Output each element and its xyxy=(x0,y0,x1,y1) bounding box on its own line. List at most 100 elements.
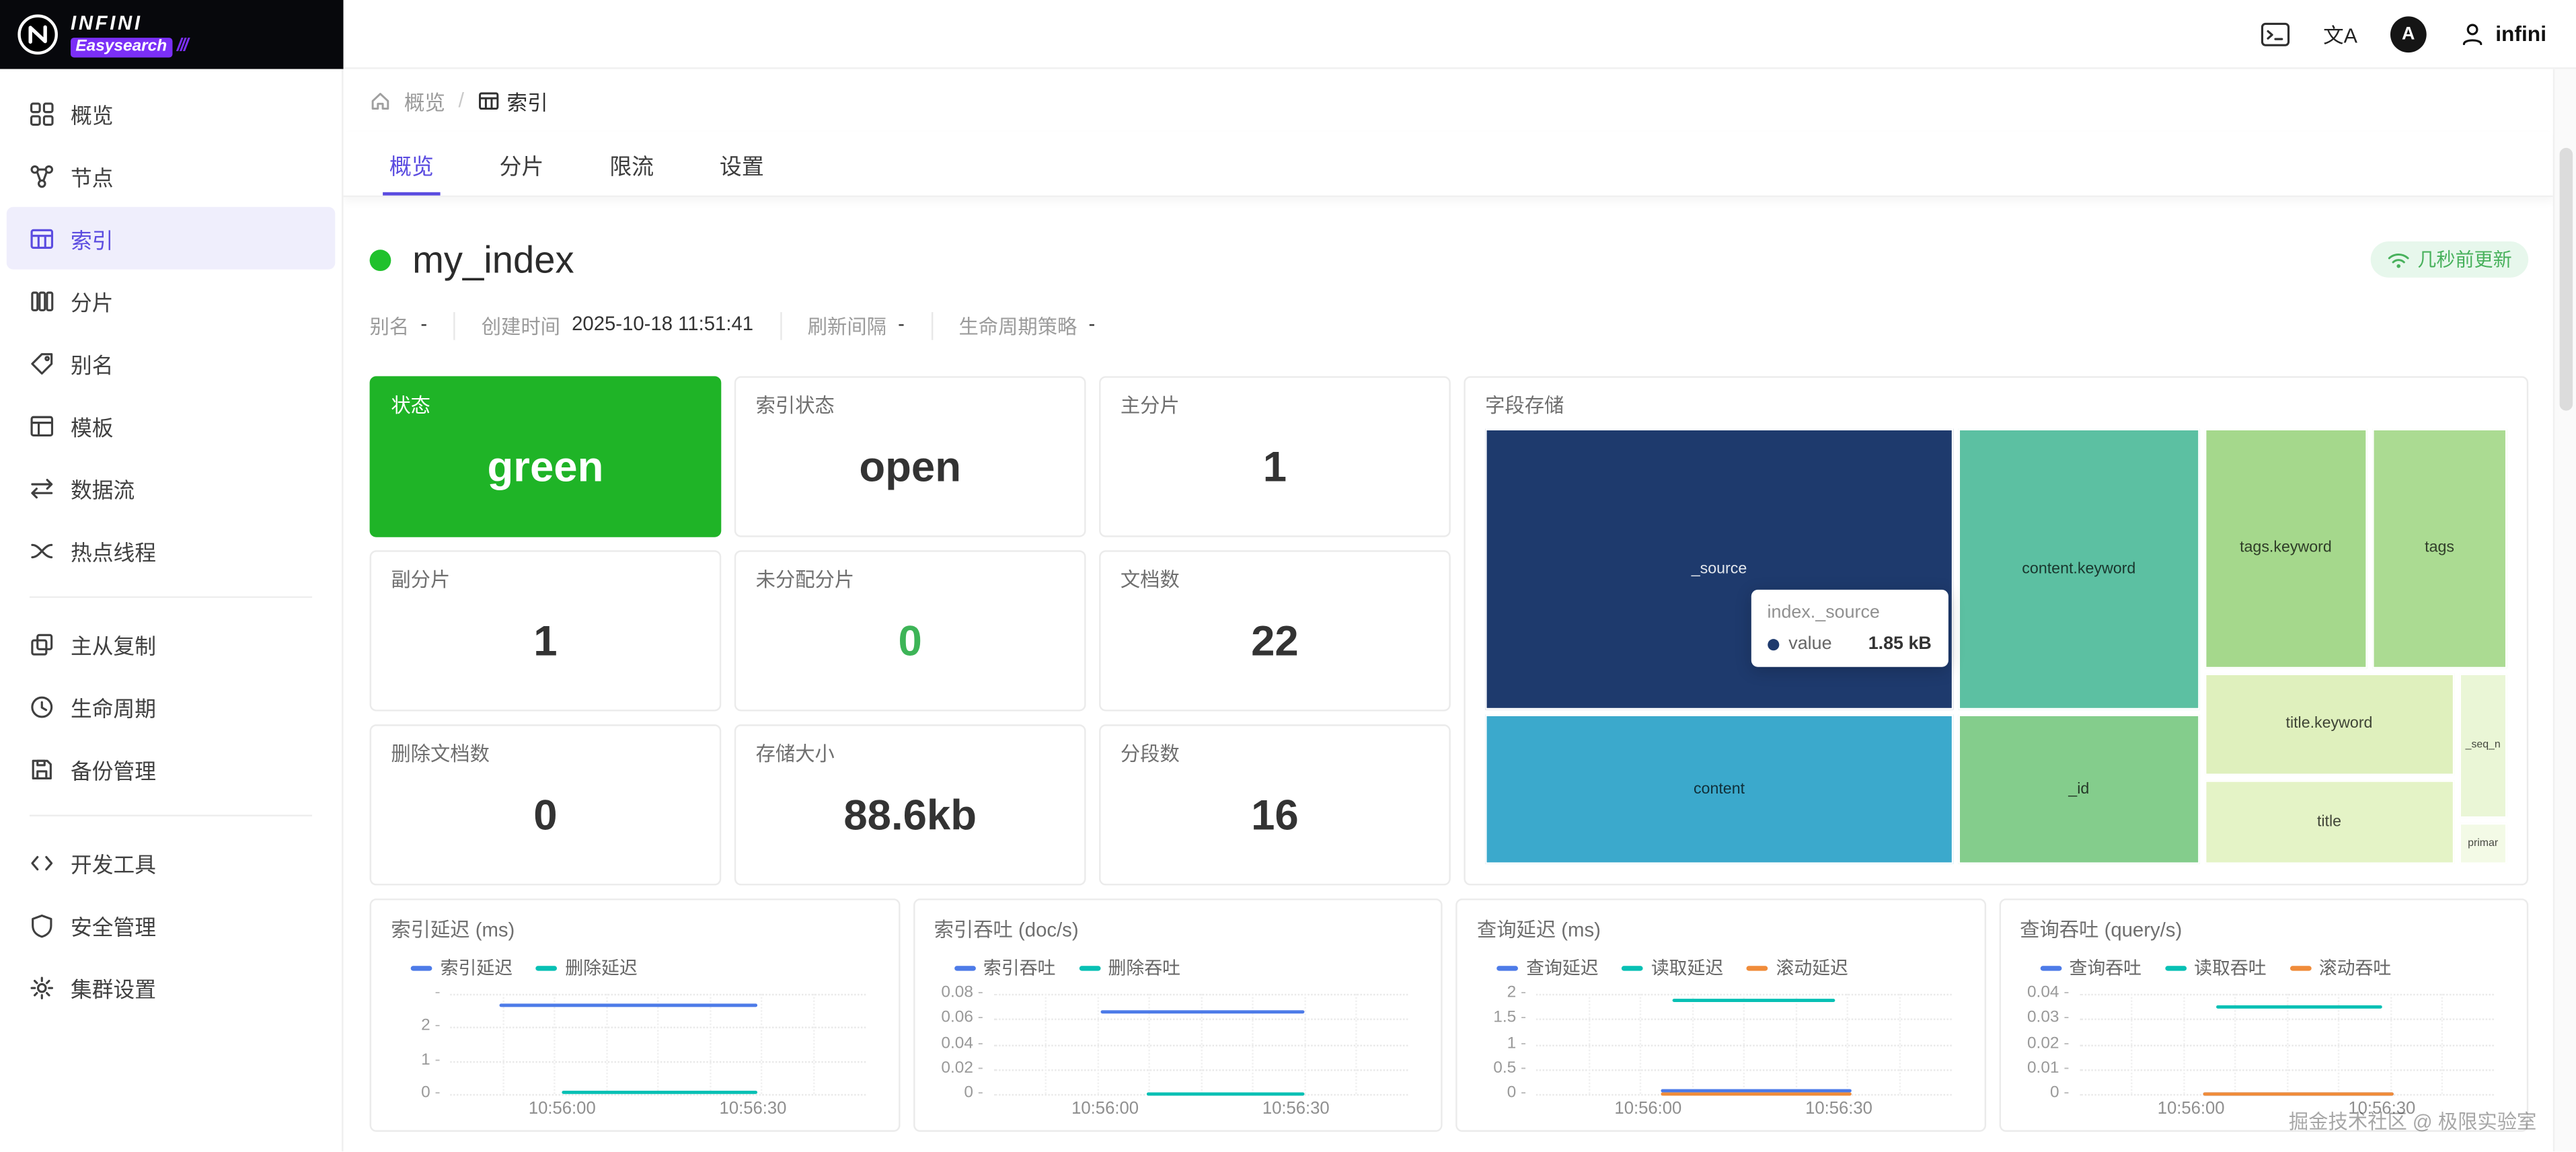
stat-label: 状态 xyxy=(391,391,699,419)
legend-item[interactable]: 删除吞吐 xyxy=(1079,954,1180,981)
chart-query-throughput: 查询吞吐 (query/s) 查询吞吐读取吞吐滚动吞吐 0.040.030.02… xyxy=(1998,898,2528,1132)
sidebar-item-label: 主从复制 xyxy=(71,628,156,659)
breadcrumb-overview-link[interactable]: 概览 xyxy=(404,85,445,116)
sidebar-item-overview[interactable]: 概览 xyxy=(7,82,336,145)
legend-item[interactable]: 删除延迟 xyxy=(535,954,637,981)
sidebar-item-shards[interactable]: 分片 xyxy=(7,270,336,332)
y-axis-tick: 0 xyxy=(934,1086,983,1102)
lifecycle-clock-icon xyxy=(30,694,54,719)
stat-value: 1 xyxy=(1121,419,1429,523)
series-line xyxy=(562,1090,757,1093)
legend-label: 索引延迟 xyxy=(441,954,513,981)
brand-text: INFINI Easysearch /// xyxy=(71,12,187,56)
treemap-node[interactable]: _id xyxy=(1959,715,2200,863)
sidebar-item-replication[interactable]: 主从复制 xyxy=(7,613,336,675)
chart-index-latency: 索引延迟 (ms) 索引延迟删除延迟 210 10:56:0010:56:30 xyxy=(370,898,900,1132)
brand-name-bottom: Easysearch xyxy=(71,37,172,56)
home-icon[interactable] xyxy=(370,89,391,111)
top-bar-actions: 文A A infini xyxy=(2261,0,2576,67)
breadcrumb-separator: / xyxy=(459,89,465,112)
sidebar-item-label: 别名 xyxy=(71,348,114,379)
tab-throttle[interactable]: 限流 xyxy=(609,131,654,195)
breadcrumb-current: 索引 xyxy=(478,85,548,116)
legend-dash xyxy=(2289,965,2311,970)
legend-item[interactable]: 滚动吞吐 xyxy=(2289,954,2391,981)
treemap-node[interactable]: _source xyxy=(1485,429,1953,709)
legend-item[interactable]: 索引延迟 xyxy=(411,954,513,981)
series-line xyxy=(1147,1092,1304,1096)
console-terminal-icon[interactable] xyxy=(2261,21,2290,47)
top-bar: INFINI Easysearch /// 文A A xyxy=(0,0,2576,69)
treemap-node[interactable]: title xyxy=(2205,780,2454,864)
tab-overview[interactable]: 概览 xyxy=(389,131,434,195)
treemap-node[interactable]: _seq_n xyxy=(2459,673,2507,818)
sidebar-item-label: 节点 xyxy=(71,160,114,191)
treemap-node[interactable]: primar xyxy=(2459,823,2507,864)
y-axis-tick: 0.02 xyxy=(934,1061,983,1077)
legend-item[interactable]: 索引吞吐 xyxy=(954,954,1055,981)
tab-settings[interactable]: 设置 xyxy=(720,131,764,195)
y-axis-tick: 1 xyxy=(391,1052,440,1069)
sidebar-item-label: 备份管理 xyxy=(71,753,156,784)
metric-charts-grid: 索引延迟 (ms) 索引延迟删除延迟 210 10:56:0010:56:30 … xyxy=(370,898,2529,1132)
treemap-node[interactable]: tags xyxy=(2372,429,2507,668)
info-refresh-interval: 刷新间隔 - xyxy=(780,312,905,340)
stat-label: 主分片 xyxy=(1121,391,1429,419)
sidebar-item-nodes[interactable]: 节点 xyxy=(7,145,336,207)
info-label: 创建时间 xyxy=(482,312,560,340)
gridline xyxy=(761,994,763,1094)
sidebar-item-backup[interactable]: 备份管理 xyxy=(7,738,336,800)
sidebar-item-hot-threads[interactable]: 热点线程 xyxy=(7,519,336,582)
gridline xyxy=(1356,994,1357,1094)
series-line xyxy=(500,1004,757,1007)
legend-item[interactable]: 滚动延迟 xyxy=(1746,954,1848,981)
chart-legend: 索引延迟删除延迟 xyxy=(391,954,878,981)
user-menu[interactable]: infini xyxy=(2459,21,2546,47)
stat-label: 索引状态 xyxy=(756,391,1065,419)
legend-label: 滚动延迟 xyxy=(1776,954,1848,981)
legend-item[interactable]: 查询吞吐 xyxy=(2039,954,2141,981)
legend-label: 读取延迟 xyxy=(1651,954,1723,981)
treemap-node[interactable]: content xyxy=(1485,715,1953,863)
sidebar-item-cluster-settings[interactable]: 集群设置 xyxy=(7,956,336,1019)
info-value: - xyxy=(898,312,905,340)
tooltip-label: value xyxy=(1788,634,1831,654)
gridline xyxy=(1304,994,1305,1094)
sidebar-item-devtools[interactable]: 开发工具 xyxy=(7,831,336,894)
scrollbar-thumb[interactable] xyxy=(2560,148,2573,411)
health-status-dot xyxy=(370,249,391,270)
page-scrollbar[interactable] xyxy=(2553,69,2576,1152)
brand-logo[interactable]: INFINI Easysearch /// xyxy=(0,0,344,69)
sidebar-item-security[interactable]: 安全管理 xyxy=(7,894,336,956)
series-line xyxy=(1101,1011,1304,1014)
tab-label: 限流 xyxy=(609,147,654,180)
chart-title: 索引延迟 (ms) xyxy=(391,915,878,944)
treemap-node[interactable]: title.keyword xyxy=(2205,673,2454,775)
language-translate-icon[interactable]: 文A xyxy=(2323,18,2357,49)
sidebar-item-indices[interactable]: 索引 xyxy=(7,207,336,270)
legend-item[interactable]: 读取延迟 xyxy=(1622,954,1723,981)
stat-label: 存储大小 xyxy=(756,739,1065,767)
avatar-badge[interactable]: A xyxy=(2390,15,2427,52)
treemap-node[interactable]: content.keyword xyxy=(1959,429,2200,709)
stat-value: 22 xyxy=(1121,593,1429,697)
info-value: 2025-10-18 11:51:41 xyxy=(572,312,753,340)
chart-legend: 索引吞吐删除吞吐 xyxy=(934,954,1421,981)
sidebar-item-lifecycle[interactable]: 生命周期 xyxy=(7,675,336,738)
series-line xyxy=(2203,1092,2394,1096)
sidebar-item-templates[interactable]: 模板 xyxy=(7,394,336,457)
sidebar-item-datastreams[interactable]: 数据流 xyxy=(7,457,336,519)
tab-shards[interactable]: 分片 xyxy=(500,131,544,195)
chart-title: 查询吞吐 (query/s) xyxy=(2020,915,2507,944)
stat-label: 副分片 xyxy=(391,565,699,593)
legend-item[interactable]: 查询延迟 xyxy=(1497,954,1598,981)
treemap-node[interactable]: tags.keyword xyxy=(2205,429,2367,668)
sidebar-nav: 概览 节点 索引 分片 别名 xyxy=(0,69,344,1152)
gridline xyxy=(1847,994,1848,1094)
gridline xyxy=(2131,994,2132,1094)
legend-item[interactable]: 读取吞吐 xyxy=(2164,954,2266,981)
sidebar-item-alias[interactable]: 别名 xyxy=(7,332,336,394)
username-label: infini xyxy=(2495,22,2546,46)
app-viewport: INFINI Easysearch /// 文A A xyxy=(0,0,2576,1151)
hot-threads-icon xyxy=(30,538,54,563)
